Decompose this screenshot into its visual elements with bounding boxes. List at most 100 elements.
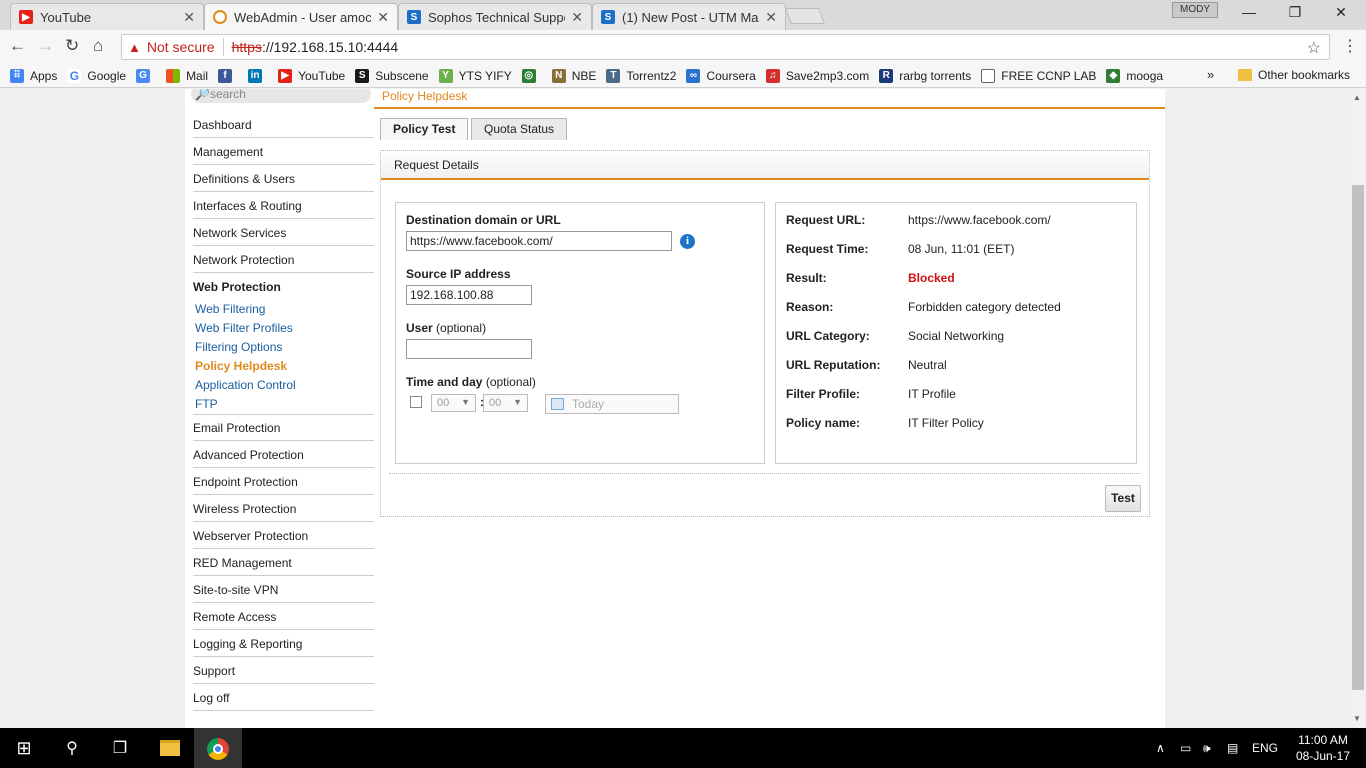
hour-select[interactable]: 00 ▼ <box>431 394 476 412</box>
browser-tab-new-post[interactable]: S (1) New Post - UTM Man ✕ <box>592 3 786 30</box>
bookmark-star-icon[interactable]: ☆ <box>1307 38 1321 58</box>
menu-advanced-protection[interactable]: Advanced Protection <box>193 441 374 468</box>
submenu-web-filter-profiles[interactable]: Web Filter Profiles <box>195 321 293 335</box>
bookmark-rarbg[interactable]: Rrarbg torrents <box>879 68 971 83</box>
omnibox[interactable]: ▲ Not secure https ://192.168.15.10:4444… <box>121 34 1330 60</box>
bookmark-coursera[interactable]: ∞ Coursera <box>686 68 756 83</box>
menu-interfaces-routing[interactable]: Interfaces & Routing <box>193 192 374 219</box>
task-view-icon[interactable]: ❐ <box>108 738 132 758</box>
scroll-thumb[interactable] <box>1352 185 1364 690</box>
submenu-policy-helpdesk[interactable]: Policy Helpdesk <box>195 359 287 373</box>
forward-arrow-icon[interactable]: → <box>37 36 54 56</box>
reload-icon[interactable]: ↻ <box>65 36 79 56</box>
sidebar-search[interactable]: 🔎search <box>191 89 371 103</box>
bookmark-linkedin[interactable]: in <box>248 68 268 83</box>
windows-start-icon[interactable]: ⊞ <box>12 738 36 759</box>
file-explorer-icon[interactable] <box>160 740 180 756</box>
scroll-down-arrow-icon[interactable]: ▼ <box>1353 714 1361 723</box>
close-window-icon[interactable]: ✕ <box>1318 4 1364 21</box>
browser-tab-youtube[interactable]: ▶ YouTube ✕ <box>10 3 204 30</box>
date-picker[interactable]: Today <box>545 394 679 414</box>
browser-tab-webadmin[interactable]: WebAdmin - User amoca ✕ <box>204 3 398 30</box>
close-tab-icon[interactable]: ✕ <box>377 9 389 26</box>
time-enable-checkbox[interactable] <box>410 396 422 408</box>
menu-network-protection[interactable]: Network Protection <box>193 246 374 273</box>
bookmark-google[interactable]: G Google <box>67 68 127 83</box>
bookmark-green[interactable]: ◎ <box>521 68 542 83</box>
new-tab-button[interactable] <box>785 8 825 24</box>
page-scrollbar[interactable]: ▲ ▼ <box>1350 89 1366 728</box>
bookmark-mail[interactable]: Mail <box>166 68 208 83</box>
source-ip-input[interactable] <box>406 285 532 305</box>
bookmark-save2mp3[interactable]: ♫ Save2mp3.com <box>765 68 869 83</box>
taskbar-clock[interactable]: 11:00 AM 08-Jun-17 <box>1290 732 1356 764</box>
bookmark-facebook[interactable]: f <box>218 68 238 83</box>
test-button[interactable]: Test <box>1105 485 1141 512</box>
minimize-icon[interactable]: — <box>1226 4 1272 20</box>
menu-web-protection[interactable]: Web Protection <box>193 273 374 300</box>
search-icon: 🔎 <box>195 89 210 101</box>
bookmark-youtube[interactable]: ▶ YouTube <box>278 68 345 83</box>
menu-endpoint-protection[interactable]: Endpoint Protection <box>193 468 374 495</box>
menu-management[interactable]: Management <box>193 138 374 165</box>
browser-menu-icon[interactable]: ⋮ <box>1342 36 1358 56</box>
menu-log-off[interactable]: Log off <box>193 684 374 711</box>
close-tab-icon[interactable]: ✕ <box>571 9 583 26</box>
result-value: Social Networking <box>908 329 1005 343</box>
maximize-icon[interactable]: ❐ <box>1272 4 1318 21</box>
menu-site-to-site-vpn[interactable]: Site-to-site VPN <box>193 576 374 603</box>
tab-policy-test[interactable]: Policy Test <box>380 118 469 140</box>
menu-support[interactable]: Support <box>193 657 374 684</box>
submenu-application-control[interactable]: Application Control <box>195 378 296 392</box>
tab-quota-status[interactable]: Quota Status <box>471 118 568 140</box>
menu-red-management[interactable]: RED Management <box>193 549 374 576</box>
user-label-text: User <box>406 321 433 335</box>
bookmark-translate[interactable]: G <box>136 68 156 83</box>
bookmark-torrentz2[interactable]: T Torrentz2 <box>606 68 676 83</box>
bookmark-nbe[interactable]: N NBE <box>551 68 596 83</box>
submenu-filtering-options[interactable]: Filtering Options <box>195 340 282 354</box>
network-icon[interactable]: ▭ <box>1180 741 1191 755</box>
menu-dashboard[interactable]: Dashboard <box>193 111 374 138</box>
bookmark-apps[interactable]: ⠿ Apps <box>10 68 57 83</box>
bookmark-mooga[interactable]: ◆ mooga <box>1106 68 1164 83</box>
bookmark-subscene[interactable]: S Subscene <box>355 68 429 83</box>
volume-icon[interactable]: 🕪 <box>1203 741 1211 756</box>
menu-wireless-protection[interactable]: Wireless Protection <box>193 495 374 522</box>
menu-webserver-protection[interactable]: Webserver Protection <box>193 522 374 549</box>
language-indicator[interactable]: ENG <box>1252 741 1278 755</box>
bookmark-ccnp[interactable]: FREE CCNP LAB <box>981 68 1096 83</box>
other-bookmarks[interactable]: Other bookmarks <box>1238 68 1350 82</box>
notification-icon[interactable]: ▤ <box>1227 741 1238 755</box>
clock-time: 11:00 AM <box>1298 733 1348 747</box>
tray-chevron-icon[interactable]: ∧ <box>1156 741 1165 755</box>
bookmark-label: mooga <box>1126 68 1164 83</box>
menu-definitions-users[interactable]: Definitions & Users <box>193 165 374 192</box>
bookmark-yts[interactable]: Y YTS YIFY <box>438 68 512 83</box>
optional-text: (optional) <box>436 321 487 335</box>
destination-url-input[interactable] <box>406 231 672 251</box>
minute-select[interactable]: 00 ▼ <box>483 394 528 412</box>
more-bookmarks-chevron-icon[interactable]: » <box>1207 67 1214 82</box>
menu-remote-access[interactable]: Remote Access <box>193 603 374 630</box>
menu-logging-reporting[interactable]: Logging & Reporting <box>193 630 374 657</box>
user-input[interactable] <box>406 339 532 359</box>
home-icon[interactable]: ⌂ <box>93 36 103 56</box>
profile-badge[interactable]: MODY <box>1172 2 1218 18</box>
back-arrow-icon[interactable]: ← <box>9 36 26 56</box>
submenu-web-filtering[interactable]: Web Filtering <box>195 302 265 316</box>
info-icon[interactable]: i <box>680 234 695 249</box>
bookmark-label: Google <box>87 68 127 83</box>
scroll-up-arrow-icon[interactable]: ▲ <box>1353 93 1361 102</box>
close-tab-icon[interactable]: ✕ <box>765 9 777 26</box>
security-label[interactable]: Not secure <box>147 39 215 55</box>
user-label: User (optional) <box>406 321 486 335</box>
search-icon[interactable]: ⚲ <box>60 738 84 758</box>
menu-email-protection[interactable]: Email Protection <box>193 414 374 441</box>
submenu-ftp[interactable]: FTP <box>195 397 218 411</box>
browser-tab-sophos-support[interactable]: S Sophos Technical Suppo ✕ <box>398 3 592 30</box>
chrome-icon[interactable] <box>207 738 229 760</box>
calendar-icon[interactable] <box>551 398 564 410</box>
menu-network-services[interactable]: Network Services <box>193 219 374 246</box>
close-tab-icon[interactable]: ✕ <box>183 9 195 26</box>
